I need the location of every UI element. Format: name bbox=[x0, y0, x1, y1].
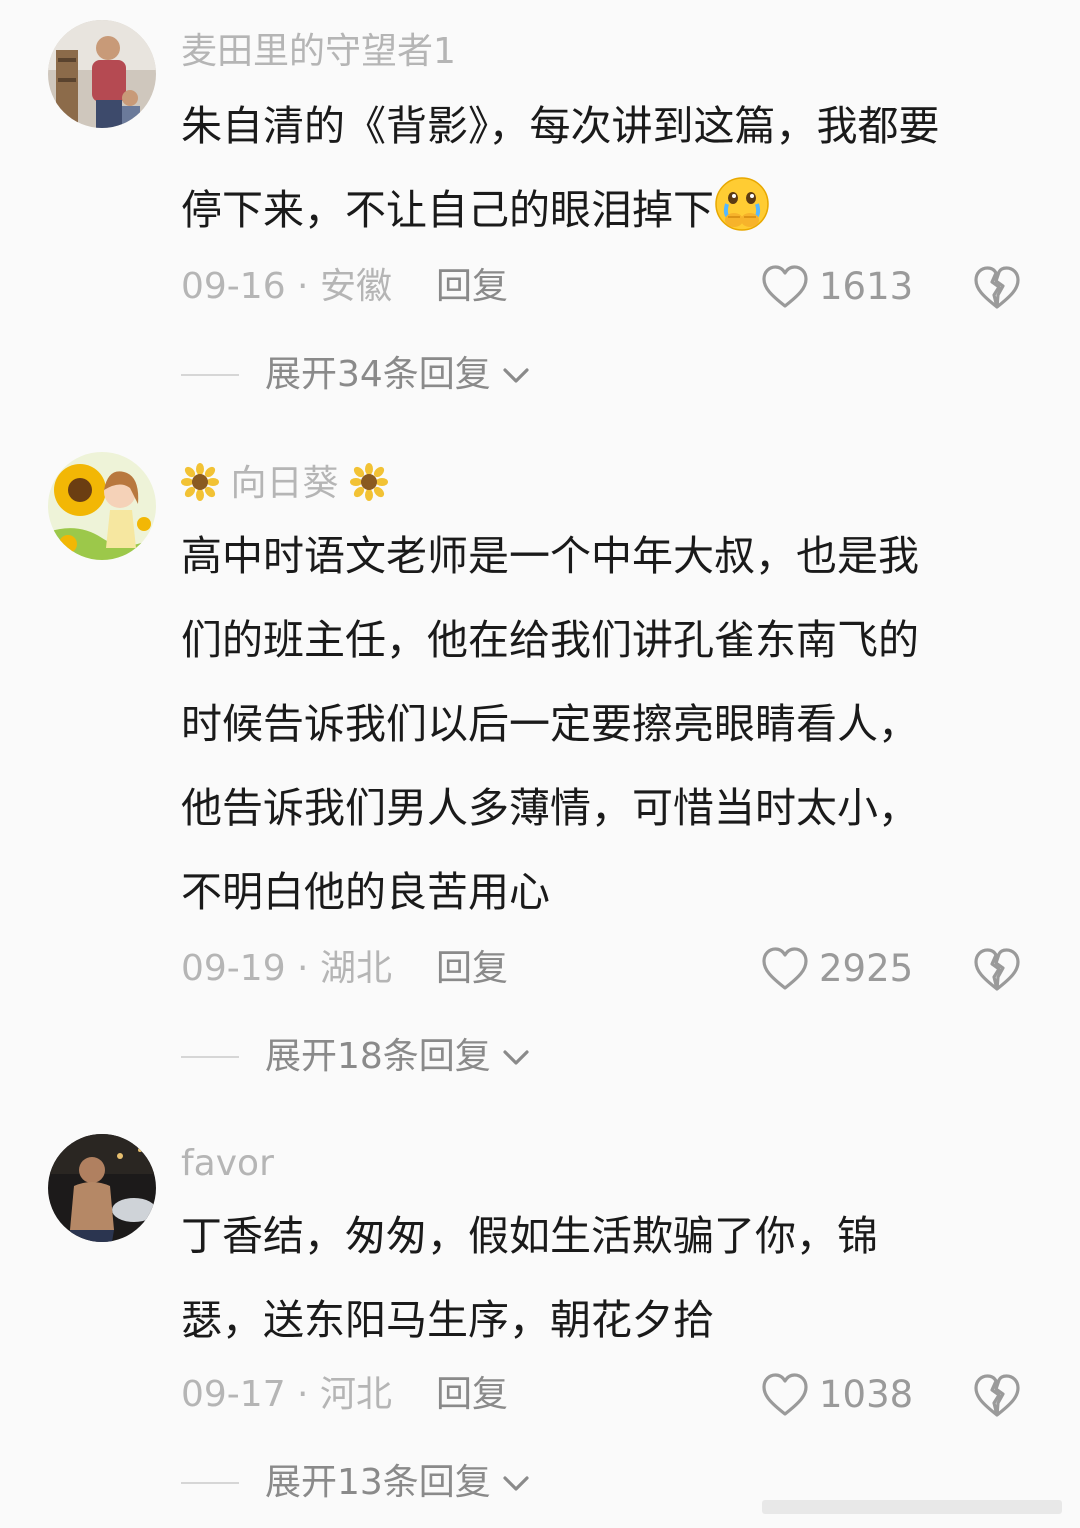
expand-replies-label: 展开34条回复 bbox=[265, 354, 491, 395]
comment-text: 朱自清的《背影》，每次讲到这篇，我都要 停下来，不让自己的眼泪掉下 bbox=[181, 84, 1041, 252]
reply-button[interactable]: 回复 bbox=[436, 944, 508, 994]
expand-replies-label: 展开18条回复 bbox=[265, 1036, 491, 1077]
comment-line: 他告诉我们男人多薄情，可惜当时太小， bbox=[181, 784, 919, 832]
like-button[interactable]: 1038 bbox=[761, 1370, 913, 1420]
crying-face-emoji bbox=[715, 177, 769, 231]
comment-line: 高中时语文老师是一个中年大叔，也是我 bbox=[181, 532, 919, 580]
reply-button[interactable]: 回复 bbox=[436, 262, 508, 312]
avatar[interactable] bbox=[48, 20, 156, 128]
username[interactable]: favor bbox=[181, 1142, 274, 1186]
broken-heart-icon[interactable] bbox=[973, 264, 1021, 312]
username-text: 向日葵 bbox=[230, 463, 339, 504]
avatar[interactable] bbox=[48, 452, 156, 560]
watermark bbox=[762, 1500, 1062, 1514]
chevron-down-icon bbox=[503, 1476, 529, 1491]
comment-text: 高中时语文老师是一个中年大叔，也是我 们的班主任，他在给我们讲孔雀东南飞的 时候… bbox=[181, 514, 1041, 934]
heart-outline-icon bbox=[762, 947, 808, 990]
sunflower-icon bbox=[349, 463, 388, 501]
comment-line: 们的班主任，他在给我们讲孔雀东南飞的 bbox=[181, 616, 919, 664]
comment-line: 丁香结，匆匆，假如生活欺骗了你，锦 bbox=[181, 1212, 878, 1260]
username[interactable]: 向日葵 bbox=[181, 462, 388, 506]
comment-line: 不明白他的良苦用心 bbox=[181, 868, 550, 916]
comment-text: 丁香结，匆匆，假如生活欺骗了你，锦 瑟，送东阳马生序，朝花夕拾 bbox=[181, 1194, 1041, 1362]
avatar[interactable] bbox=[48, 1134, 156, 1242]
username[interactable]: 麦田里的守望者1 bbox=[181, 30, 456, 74]
reply-button[interactable]: 回复 bbox=[436, 1370, 508, 1420]
like-count: 1613 bbox=[819, 265, 914, 308]
like-button[interactable]: 2925 bbox=[761, 944, 913, 994]
comment-line: 停下来，不让自己的眼泪掉下 bbox=[181, 168, 1041, 252]
chevron-down-icon bbox=[503, 1050, 529, 1065]
broken-heart-icon[interactable] bbox=[973, 946, 1021, 994]
broken-heart-icon[interactable] bbox=[973, 1372, 1021, 1420]
like-button[interactable]: 1613 bbox=[761, 262, 913, 312]
comment-meta: 09-16 · 安徽 回复 1613 bbox=[181, 262, 1041, 312]
divider-dash bbox=[181, 1482, 239, 1484]
comment-line: 朱自清的《背影》，每次讲到这篇，我都要 bbox=[181, 102, 940, 150]
expand-replies-button[interactable]: 展开13条回复 bbox=[181, 1458, 533, 1508]
comment-meta: 09-17 · 河北 回复 1038 bbox=[181, 1370, 1041, 1420]
sunflower-icon bbox=[181, 463, 219, 501]
divider-dash bbox=[181, 1056, 239, 1058]
comment-meta: 09-19 · 湖北 回复 2925 bbox=[181, 944, 1041, 994]
date-location: 09-17 · 河北 bbox=[181, 1374, 392, 1415]
heart-outline-icon bbox=[762, 265, 808, 308]
expand-replies-label: 展开13条回复 bbox=[265, 1462, 491, 1503]
chevron-down-icon bbox=[503, 368, 529, 383]
divider-dash bbox=[181, 374, 239, 376]
heart-outline-icon bbox=[762, 1373, 808, 1416]
comment-line: 时候告诉我们以后一定要擦亮眼睛看人， bbox=[181, 700, 919, 748]
date-location: 09-19 · 湖北 bbox=[181, 948, 392, 989]
expand-replies-button[interactable]: 展开18条回复 bbox=[181, 1032, 533, 1082]
comment-line-text: 停下来，不让自己的眼泪掉下 bbox=[181, 186, 714, 234]
comment-line: 瑟，送东阳马生序，朝花夕拾 bbox=[181, 1296, 714, 1344]
like-count: 1038 bbox=[819, 1373, 914, 1416]
expand-replies-button[interactable]: 展开34条回复 bbox=[181, 350, 533, 400]
date-location: 09-16 · 安徽 bbox=[181, 266, 392, 307]
like-count: 2925 bbox=[819, 947, 914, 990]
